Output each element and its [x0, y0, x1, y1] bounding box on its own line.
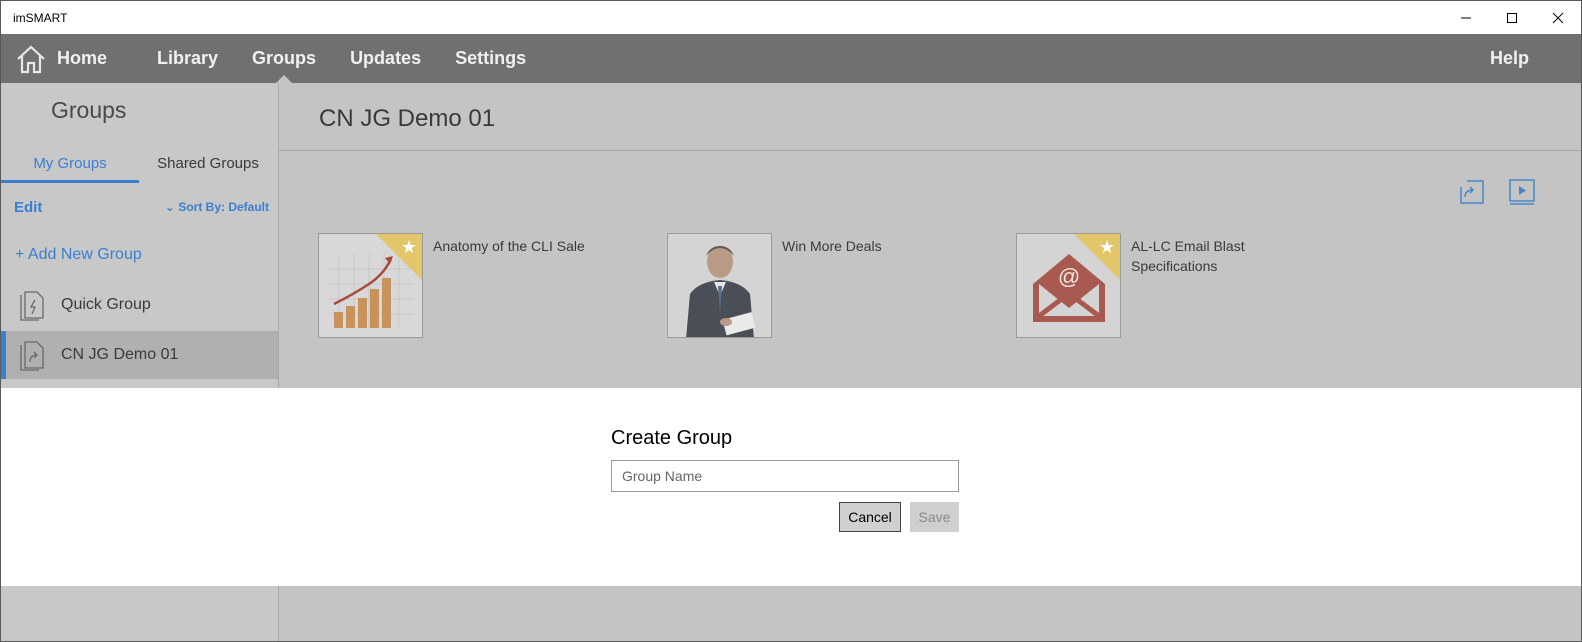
maximize-icon	[1507, 12, 1517, 23]
quick-group-icon	[20, 291, 44, 321]
nav-home[interactable]: Home	[57, 34, 107, 83]
item-title: Win More Deals	[782, 238, 882, 254]
add-new-group-button[interactable]: + Add New Group	[15, 246, 142, 264]
nav-updates[interactable]: Updates	[350, 34, 421, 83]
home-icon[interactable]	[14, 42, 48, 76]
main-content: CN JG Demo 01 ★ Anatomy of the CLI Sale …	[278, 83, 1581, 388]
sidebar: Groups My Groups Shared Groups Edit ⌄ So…	[1, 83, 278, 388]
nav-bar: Home Library Groups Updates Settings Hel…	[1, 34, 1581, 83]
group-tabs: My Groups Shared Groups	[1, 151, 278, 183]
nav-help[interactable]: Help	[1490, 48, 1529, 69]
divider	[279, 150, 1581, 151]
group-label: Quick Group	[61, 296, 151, 313]
sidebar-overlay	[1, 586, 278, 641]
save-button[interactable]: Save	[910, 502, 959, 532]
nav-settings[interactable]: Settings	[455, 34, 526, 83]
star-icon: ★	[400, 237, 417, 257]
library-item[interactable]: ★ Anatomy of the CLI Sale	[318, 233, 593, 338]
edit-button[interactable]: Edit	[14, 199, 42, 216]
item-title: AL-LC Email Blast Specifications	[1131, 238, 1245, 274]
page-title: CN JG Demo 01	[319, 105, 496, 132]
nav-groups[interactable]: Groups	[252, 34, 316, 83]
present-icon[interactable]	[1457, 177, 1487, 207]
title-bar: imSMART	[1, 1, 1581, 34]
cancel-button[interactable]: Cancel	[839, 502, 901, 532]
sidebar-item-quick-group[interactable]: Quick Group	[1, 281, 278, 329]
library-item[interactable]: @ ★ AL-LC Email Blast Specifications	[1016, 233, 1291, 338]
sort-value: Default	[228, 200, 269, 214]
close-icon	[1552, 12, 1564, 23]
sidebar-item-cn-jg-demo-01[interactable]: CN JG Demo 01	[1, 331, 278, 379]
sort-dropdown[interactable]: ⌄ Sort By: Default	[165, 200, 269, 214]
app-title: imSMART	[13, 10, 68, 25]
library-item[interactable]: Win More Deals	[667, 233, 942, 338]
businessman-thumbnail	[667, 233, 772, 338]
businessman-image	[668, 234, 771, 337]
nav-library[interactable]: Library	[157, 34, 218, 83]
tab-shared-groups[interactable]: Shared Groups	[139, 151, 277, 183]
close-button[interactable]	[1535, 1, 1581, 34]
window-controls	[1443, 1, 1581, 34]
star-icon: ★	[1098, 237, 1115, 257]
app-window: imSMART Home Library Groups Updates Sett…	[0, 0, 1582, 642]
minimize-icon	[1461, 17, 1471, 18]
shared-group-icon	[20, 341, 44, 371]
item-title: Anatomy of the CLI Sale	[433, 238, 585, 254]
main-overlay	[278, 586, 1581, 641]
create-group-dialog: Create Group Cancel Save	[1, 388, 1581, 586]
group-name-input[interactable]	[611, 460, 959, 492]
email-thumbnail: @ ★	[1016, 233, 1121, 338]
tab-my-groups[interactable]: My Groups	[1, 151, 139, 183]
sidebar-title: Groups	[51, 97, 127, 123]
chevron-down-icon: ⌄	[164, 200, 175, 214]
maximize-button[interactable]	[1489, 1, 1535, 34]
dialog-title: Create Group	[611, 427, 733, 449]
minimize-button[interactable]	[1443, 1, 1489, 34]
sort-label: Sort By:	[178, 200, 225, 214]
chart-thumbnail: ★	[318, 233, 423, 338]
play-icon[interactable]	[1507, 177, 1537, 207]
group-label: CN JG Demo 01	[61, 346, 179, 363]
